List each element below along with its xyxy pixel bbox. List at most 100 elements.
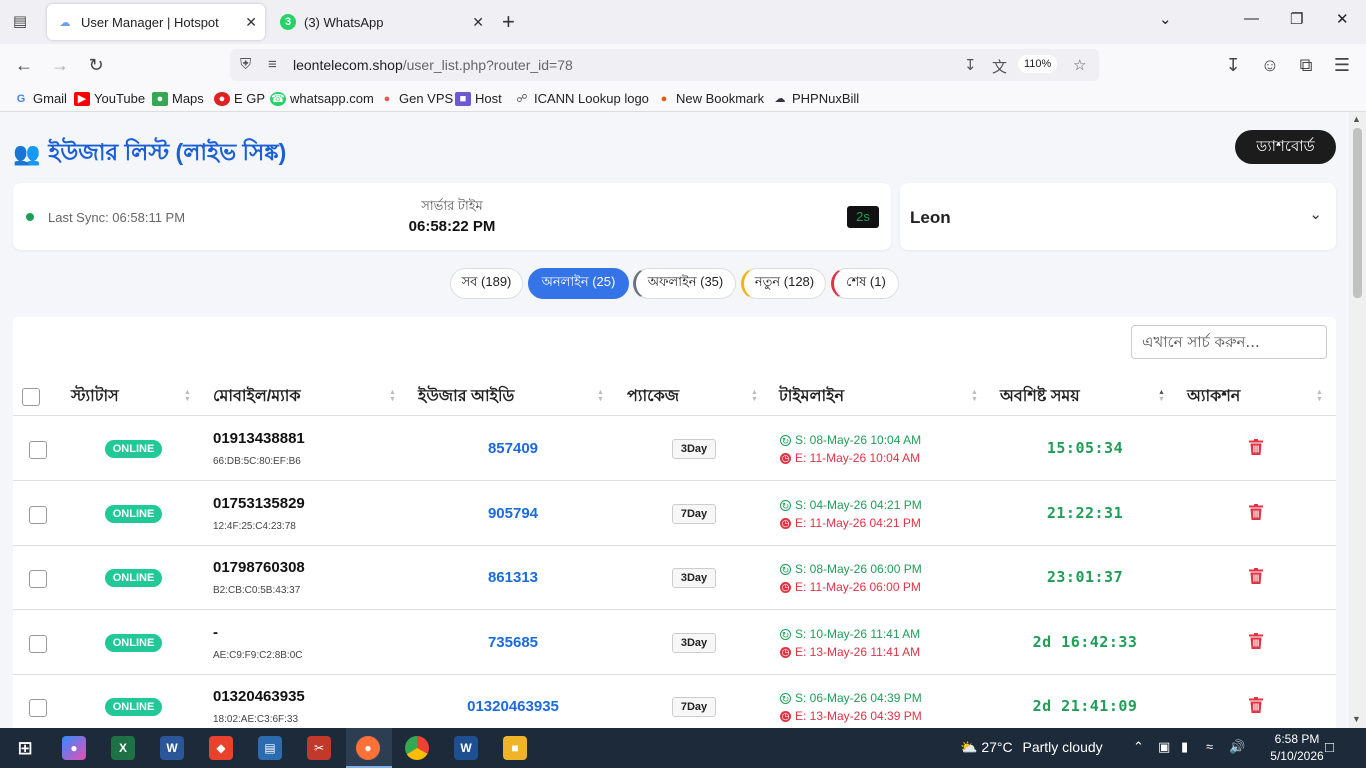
bookmark-new[interactable]: ● New Bookmark	[656, 91, 764, 106]
bookmark-egp[interactable]: ● E GP	[214, 91, 265, 106]
sort-icon[interactable]: ▲ ▼	[971, 389, 978, 403]
filter-all[interactable]: সব (189)	[450, 268, 523, 299]
sort-active-icon[interactable]: ▲ ▼	[1158, 389, 1165, 403]
zoom-level[interactable]: 110%	[1018, 55, 1058, 73]
sort-icon[interactable]: ▲ ▼	[389, 389, 396, 403]
filter-ended[interactable]: শেষ (1)	[831, 268, 899, 299]
table-row: ONLINE 01798760308 B2:CB:C0:5B:43:37 861…	[13, 546, 1336, 610]
account-icon[interactable]: ☺	[1259, 54, 1281, 76]
sort-icon[interactable]: ▲ ▼	[597, 389, 604, 403]
scroll-up-icon[interactable]: ▲	[1352, 114, 1361, 124]
url-text[interactable]: leontelecom.shop/user_list.php?router_id…	[293, 57, 573, 73]
weather-widget[interactable]: ⛅ 27°C Partly cloudy	[960, 739, 1103, 756]
new-tab-icon[interactable]: +	[502, 10, 515, 34]
bookmark-maps[interactable]: ● Maps	[152, 91, 204, 106]
copilot-icon[interactable]: ●	[62, 736, 86, 760]
dashboard-button[interactable]: ড্যাশবোর্ড	[1235, 130, 1336, 164]
row-checkbox[interactable]	[29, 635, 47, 653]
winbox-icon[interactable]: W	[454, 736, 478, 760]
word-icon[interactable]: W	[160, 736, 184, 760]
windows-start-icon[interactable]: ⊞	[13, 736, 37, 760]
notification-icon[interactable]: □	[1325, 739, 1334, 756]
scissors-tool-icon[interactable]: ✂	[307, 736, 331, 760]
server-time-label: সার্ভার টাইম	[421, 198, 483, 213]
user-id-link[interactable]: 857409	[413, 440, 613, 457]
meet-now-icon[interactable]: ▣	[1158, 739, 1170, 755]
header-package[interactable]: প্যাকেজ	[627, 377, 679, 416]
select-all-checkbox[interactable]	[22, 388, 40, 406]
router-select[interactable]: Leon ⌄	[900, 183, 1336, 250]
shield-icon[interactable]: ⛨	[240, 56, 251, 73]
bookmark-gmail[interactable]: G Gmail	[13, 91, 67, 106]
row-checkbox[interactable]	[29, 441, 47, 459]
header-mobile[interactable]: মোবাইল/ম্যাক	[213, 377, 301, 416]
downloads-icon[interactable]: ↧	[1222, 54, 1244, 76]
anydesk-icon[interactable]: ◆	[209, 736, 233, 760]
install-page-icon[interactable]: ↧	[964, 56, 977, 74]
row-checkbox[interactable]	[29, 506, 47, 524]
delete-trash-icon[interactable]	[1249, 697, 1263, 713]
filter-online[interactable]: অনলাইন (25)	[528, 268, 629, 299]
user-id-link[interactable]: 861313	[413, 569, 613, 586]
app-window-icon[interactable]: ▤	[258, 736, 282, 760]
minimize-icon[interactable]: —	[1244, 10, 1259, 27]
forward-icon[interactable]: →	[49, 54, 71, 76]
user-id-link[interactable]: 905794	[413, 505, 613, 522]
delete-trash-icon[interactable]	[1249, 439, 1263, 455]
close-tab-icon[interactable]: ✕	[472, 14, 484, 31]
sort-icon[interactable]: ▲ ▼	[184, 389, 191, 403]
excel-icon[interactable]: X	[111, 736, 135, 760]
close-tab-icon[interactable]: ✕	[245, 14, 257, 31]
battery-icon[interactable]: ▮	[1181, 739, 1188, 755]
row-checkbox[interactable]	[29, 699, 47, 717]
delete-trash-icon[interactable]	[1249, 568, 1263, 584]
bookmark-phpnuxbill[interactable]: ☁ PHPNuxBill	[772, 91, 860, 106]
back-icon[interactable]: ←	[13, 54, 35, 76]
sort-icon[interactable]: ▲ ▼	[1316, 389, 1323, 403]
row-checkbox[interactable]	[29, 570, 47, 588]
bookmark-gen-vps[interactable]: ● Gen VPS	[379, 91, 454, 106]
user-id-link[interactable]: 01320463935	[413, 698, 613, 715]
firefox-icon[interactable]: ●	[356, 736, 380, 760]
filter-offline[interactable]: অফলাইন (35)	[633, 268, 736, 299]
page-scrollbar[interactable]: ▲ ▼	[1349, 112, 1366, 728]
tab-whatsapp[interactable]: 3 (3) WhatsApp ✕	[270, 4, 492, 40]
extensions-icon[interactable]: ⧉	[1295, 54, 1317, 76]
bookmark-youtube[interactable]: ▶ YouTube	[74, 91, 145, 106]
tray-chevron-up-icon[interactable]: ⌃	[1133, 739, 1144, 755]
header-timeline[interactable]: টাইমলাইন	[779, 377, 844, 416]
close-window-icon[interactable]: ✕	[1336, 10, 1349, 28]
header-remaining[interactable]: অবশিষ্ট সময়	[1000, 377, 1080, 416]
header-userid[interactable]: ইউজার আইডি	[418, 377, 514, 416]
search-input[interactable]	[1131, 325, 1327, 359]
delete-trash-icon[interactable]	[1249, 504, 1263, 520]
wifi-icon[interactable]: ≈	[1206, 739, 1213, 754]
status-badge: ONLINE	[105, 634, 162, 652]
file-explorer-icon[interactable]: ■	[503, 736, 527, 760]
tab-overflow-chevron-icon[interactable]: ⌄	[1159, 10, 1172, 28]
scroll-down-icon[interactable]: ▼	[1352, 714, 1361, 724]
end-time: ◷ E: 13-May-26 04:39 PM	[780, 709, 922, 723]
bookmark-whatsapp[interactable]: ☎ whatsapp.com	[270, 91, 374, 106]
system-clock[interactable]: 6:58 PM 5/10/2026	[1266, 731, 1328, 765]
restore-icon[interactable]: ❐	[1290, 10, 1303, 28]
bookmark-host[interactable]: ■ Host	[455, 91, 502, 106]
tab-user-manager[interactable]: ☁ User Manager | Hotspot ✕	[47, 4, 265, 40]
filter-new[interactable]: নতুন (128)	[741, 268, 826, 299]
menu-icon[interactable]: ☰	[1331, 54, 1353, 76]
site-info-icon[interactable]: ≡	[268, 56, 277, 73]
user-id-link[interactable]: 735685	[413, 634, 613, 651]
scrollbar-thumb[interactable]	[1353, 128, 1362, 298]
tab-list-icon[interactable]: ▤	[8, 10, 32, 34]
reload-icon[interactable]: ↻	[85, 54, 107, 76]
address-bar[interactable]: ⛨ ≡ leontelecom.shop/user_list.php?route…	[230, 49, 1099, 81]
header-action[interactable]: অ্যাকশন	[1187, 377, 1240, 416]
delete-trash-icon[interactable]	[1249, 633, 1263, 649]
header-status[interactable]: স্ট্যাটাস	[71, 377, 119, 416]
volume-icon[interactable]: 🔊	[1229, 739, 1245, 755]
bookmark-icann[interactable]: ☍ ICANN Lookup logo	[514, 91, 648, 106]
translate-icon[interactable]: 文	[992, 56, 1007, 77]
chrome-icon[interactable]	[405, 736, 429, 760]
bookmark-star-icon[interactable]: ☆	[1073, 56, 1086, 74]
sort-icon[interactable]: ▲ ▼	[751, 389, 758, 403]
